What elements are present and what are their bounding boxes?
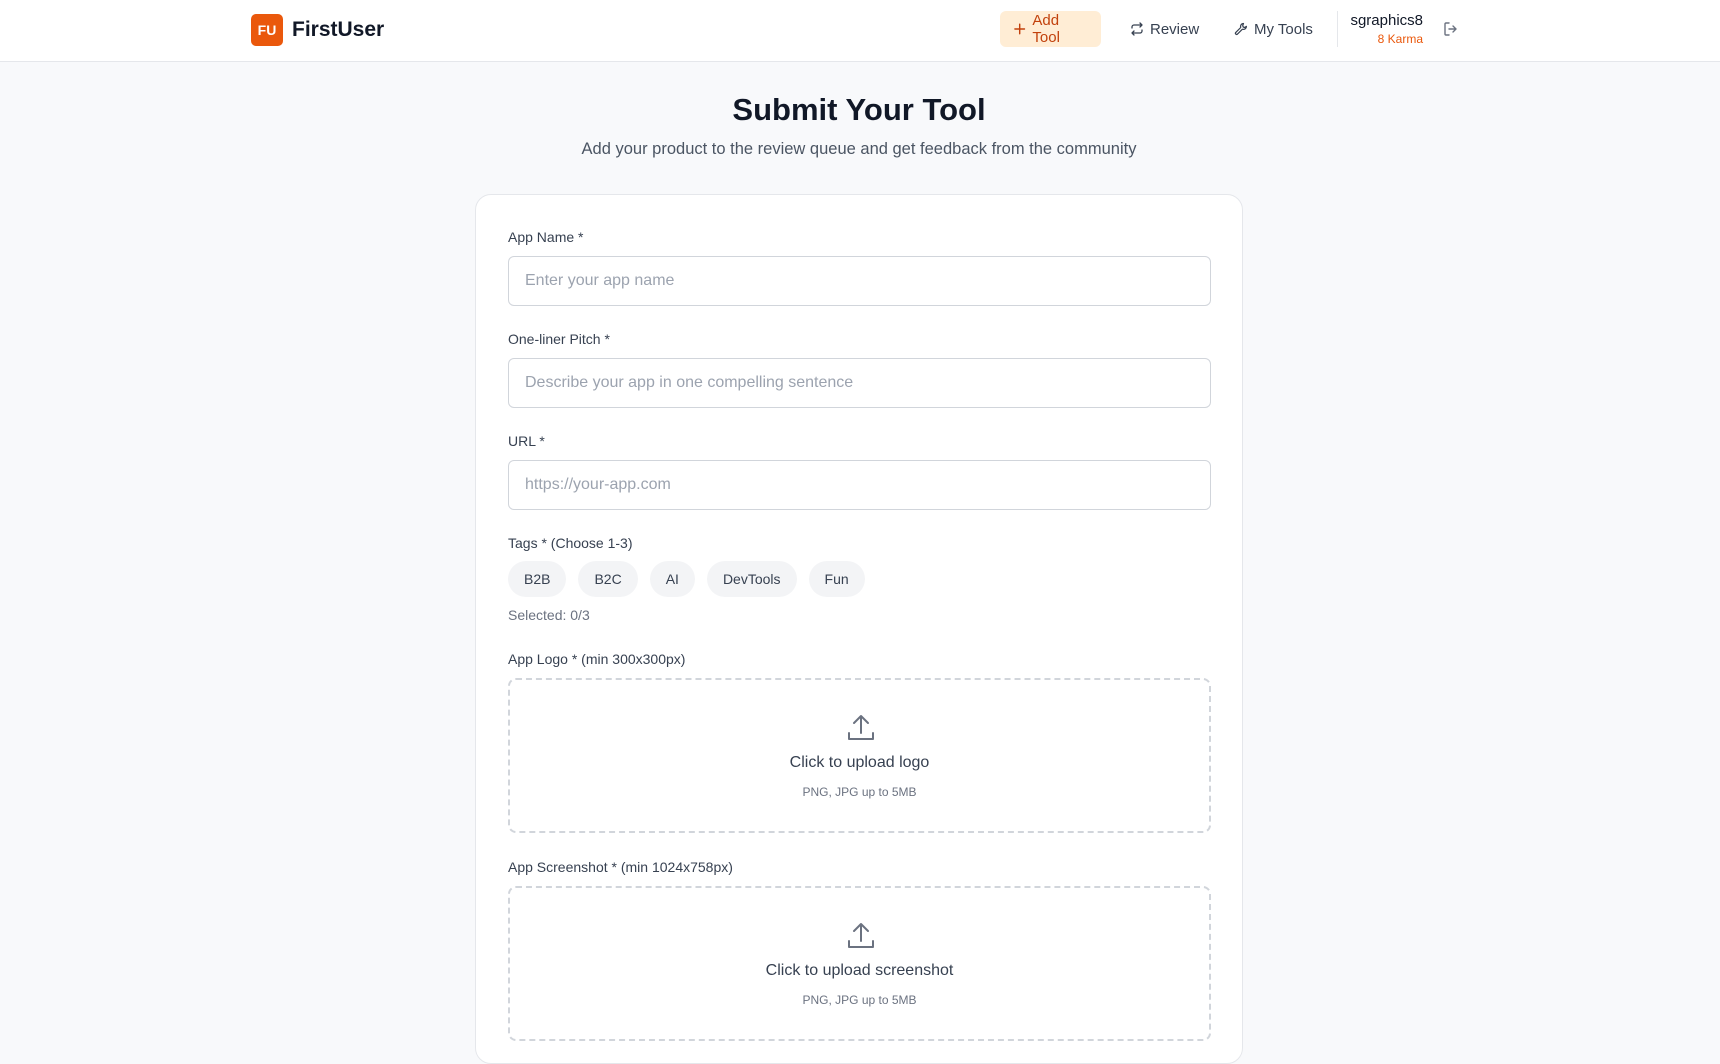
brand-logo-link[interactable]: FU FirstUser — [251, 13, 384, 46]
nav-divider — [1337, 11, 1338, 47]
url-label: URL * — [508, 433, 545, 449]
app-name-input[interactable] — [508, 256, 1211, 306]
tags-selected-count: Selected: 0/3 — [508, 607, 590, 623]
review-label: Review — [1150, 20, 1200, 38]
tag-devtools[interactable]: DevTools — [706, 561, 797, 597]
brand-name: FirstUser — [292, 17, 385, 41]
screenshot-upload-hint: PNG, JPG up to 5MB — [802, 993, 917, 1007]
username: sgraphics8 — [1350, 12, 1423, 29]
pitch-input[interactable] — [508, 358, 1211, 408]
url-input[interactable] — [508, 460, 1211, 510]
brand-badge: FU — [251, 13, 283, 46]
logo-upload-dropzone[interactable]: Click to upload logo PNG, JPG up to 5MB — [508, 678, 1211, 833]
tag-b2c[interactable]: B2C — [578, 561, 638, 597]
tag-options: B2B B2C AI DevTools Fun — [508, 561, 865, 597]
submit-tool-form: App Name * One-liner Pitch * URL * Tags … — [475, 194, 1243, 1064]
tag-fun[interactable]: Fun — [808, 561, 865, 597]
tag-ai[interactable]: AI — [649, 561, 695, 597]
top-navigation-bar: FU FirstUser Add Tool Review My Tools sg… — [0, 0, 1720, 62]
repeat-icon — [1131, 22, 1143, 36]
upload-icon — [848, 923, 874, 948]
screenshot-label: App Screenshot * (min 1024x758px) — [508, 859, 733, 875]
logo-label: App Logo * (min 300x300px) — [508, 651, 686, 667]
screenshot-upload-cta: Click to upload screenshot — [765, 962, 954, 979]
app-name-label: App Name * — [508, 229, 584, 245]
wrench-icon — [1234, 22, 1247, 36]
logo-upload-hint: PNG, JPG up to 5MB — [802, 785, 917, 799]
my-tools-label: My Tools — [1254, 20, 1313, 38]
add-tool-label: Add Tool — [1032, 12, 1060, 46]
logo-upload-cta: Click to upload logo — [789, 754, 930, 771]
page-title: Submit Your Tool — [732, 92, 986, 127]
my-tools-nav-link[interactable]: My Tools — [1221, 11, 1326, 47]
logout-icon[interactable] — [1442, 20, 1460, 38]
user-profile[interactable]: sgraphics8 8 Karma — [1340, 12, 1423, 46]
tag-b2b[interactable]: B2B — [508, 561, 567, 597]
page-subtitle: Add your product to the review queue and… — [581, 140, 1137, 158]
pitch-label: One-liner Pitch * — [508, 331, 610, 347]
tags-label: Tags * (Choose 1-3) — [508, 535, 633, 551]
plus-icon — [1014, 23, 1026, 35]
screenshot-upload-dropzone[interactable]: Click to upload screenshot PNG, JPG up t… — [508, 886, 1211, 1041]
add-tool-button[interactable]: Add Tool — [1000, 11, 1101, 47]
karma-count: 8 Karma — [1377, 32, 1423, 46]
review-nav-link[interactable]: Review — [1117, 11, 1212, 47]
upload-icon — [848, 715, 874, 740]
